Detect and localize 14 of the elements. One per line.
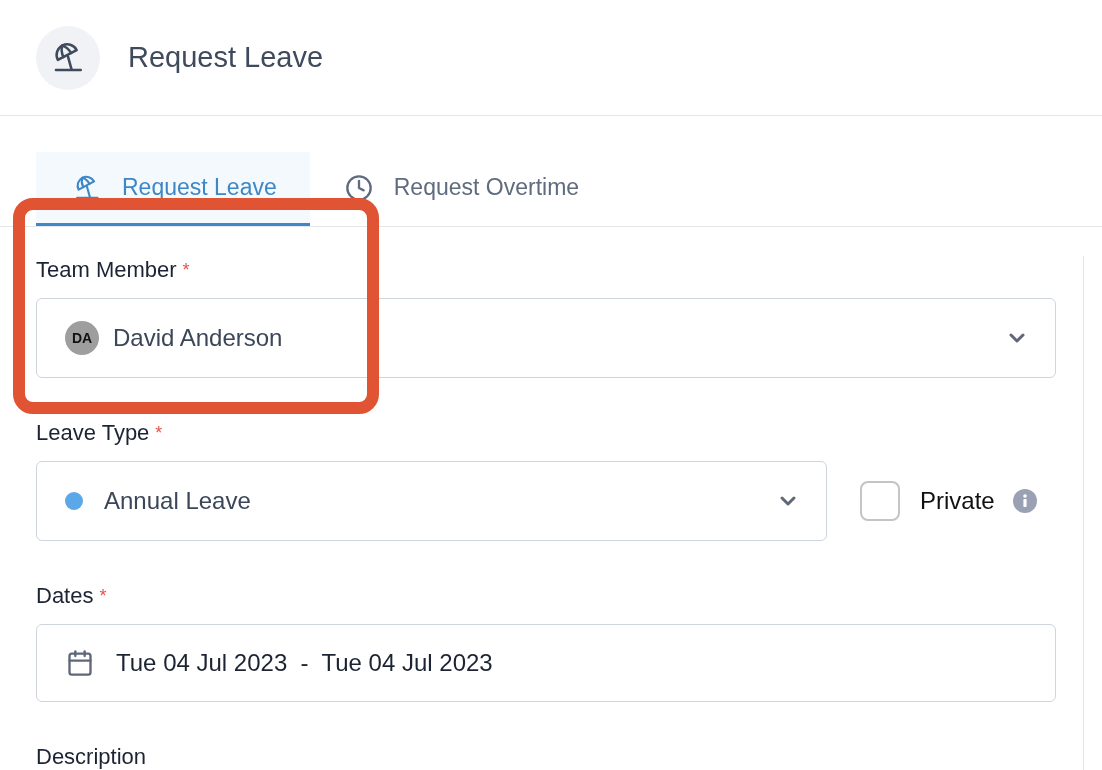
avatar: DA (65, 321, 99, 355)
field-label: Dates * (36, 582, 107, 610)
field-label: Team Member * (36, 256, 190, 284)
checkbox-label: Private (920, 486, 995, 516)
date-range-field[interactable]: Tue 04 Jul 2023 - Tue 04 Jul 2023 (36, 624, 1056, 702)
clock-icon (344, 173, 373, 202)
field-label: Description (36, 743, 147, 770)
field-label: Leave Type * (36, 419, 163, 447)
calendar-icon (66, 649, 94, 677)
leave-type-select[interactable]: Annual Leave (36, 461, 827, 541)
team-member-select[interactable]: DA David Anderson (36, 298, 1056, 378)
page-title: Request Leave (128, 39, 324, 75)
info-icon[interactable] (1012, 489, 1037, 513)
private-checkbox[interactable] (860, 481, 900, 521)
